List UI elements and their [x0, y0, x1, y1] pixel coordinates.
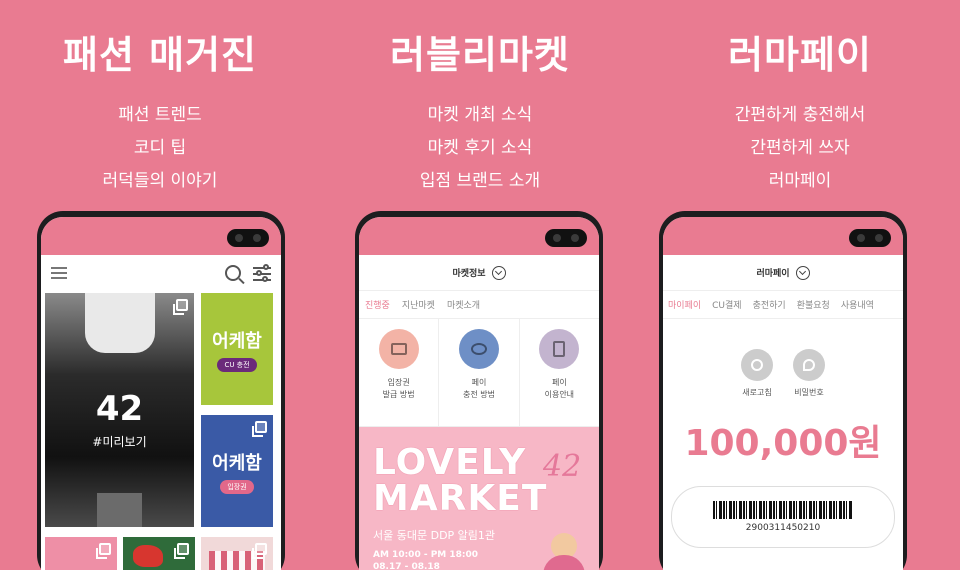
- status-bar: [41, 217, 281, 255]
- column-line: 마켓 개최 소식: [427, 105, 533, 125]
- tab-refund-request[interactable]: 환불요청: [797, 298, 830, 311]
- menu-icon[interactable]: [51, 267, 67, 279]
- column-lovely-market: 러블리마켓 마켓 개최 소식 마켓 후기 소식 입점 브랜드 소개: [320, 0, 640, 198]
- banner-edition-number: 42: [543, 449, 582, 484]
- column-lines: 간편하게 충전해서 간편하게 쓰자 러마페이: [640, 99, 960, 198]
- phone-screen: 42 #미리보기 어케함 CU 충전 어케함 입장권: [41, 217, 281, 570]
- action-label: 비밀번호: [794, 388, 824, 397]
- ticket-icon: [378, 329, 419, 369]
- service-label: 발급 방법: [382, 390, 415, 399]
- column-title: 러블리마켓: [390, 33, 570, 77]
- banner-title-line2: MARKET: [373, 478, 548, 519]
- search-icon[interactable]: [225, 265, 241, 281]
- column-line: 간편하게 쓰자: [750, 138, 850, 158]
- refresh-icon: [741, 349, 773, 381]
- receipt-icon: [539, 329, 580, 369]
- filter-icon[interactable]: [253, 264, 271, 282]
- magazine-side-card[interactable]: 어케함 입장권: [201, 415, 273, 527]
- multi-image-icon: [252, 543, 267, 559]
- tab-my-pay[interactable]: 마이페이: [668, 298, 701, 311]
- column-fashion-magazine: 패션 매거진 패션 트렌드 코디 팁 러덕들의 이야기: [0, 0, 320, 198]
- photo-shorts-shape: [97, 493, 142, 527]
- pay-nav[interactable]: 러마페이: [663, 255, 903, 291]
- market-tabs: 진행중 지난마켓 마켓소개: [359, 291, 599, 319]
- phone-market: 마켓정보 진행중 지난마켓 마켓소개 입장권 발급 방법 페이 충전 방법 페이…: [355, 211, 603, 570]
- piggy-bank-icon: [458, 329, 499, 369]
- payment-barcode-card[interactable]: 2900311450210: [671, 486, 895, 548]
- multi-image-icon: [173, 299, 188, 315]
- side-card-pill: 입장권: [220, 479, 254, 494]
- barcode-image: [713, 501, 853, 519]
- magazine-side-card[interactable]: 어케함 CU 충전: [201, 293, 273, 405]
- magazine-grid: 42 #미리보기 어케함 CU 충전 어케함 입장권: [41, 291, 281, 570]
- toolbar-actions: [225, 264, 271, 282]
- tab-past-markets[interactable]: 지난마켓: [402, 298, 435, 311]
- side-card-title: 어케함: [212, 330, 262, 352]
- column-line: 코디 팁: [133, 138, 187, 158]
- action-label: 새로고침: [742, 388, 772, 397]
- phone-pay: 러마페이 마이페이 CU결제 충전하기 환불요청 사용내역 새로고침 비밀번호 …: [659, 211, 907, 570]
- pay-tabs: 마이페이 CU결제 충전하기 환불요청 사용내역: [663, 291, 903, 319]
- column-line: 러마페이: [768, 171, 832, 191]
- side-card-pill: CU 충전: [217, 357, 257, 372]
- service-label: 페이: [551, 378, 567, 387]
- camera-cutout: [849, 229, 891, 247]
- nav-title: 러마페이: [756, 269, 790, 279]
- market-banner[interactable]: LOVELY MARKET 42 서울 동대문 DDP 알림1관 AM 10:0…: [359, 427, 599, 570]
- chevron-down-icon[interactable]: [491, 265, 506, 280]
- market-services: 입장권 발급 방법 페이 충전 방법 페이 이용안내: [359, 319, 599, 427]
- tab-charge[interactable]: 충전하기: [753, 298, 786, 311]
- column-line: 마켓 후기 소식: [427, 138, 533, 158]
- multi-image-icon: [252, 421, 267, 437]
- service-pay-guide[interactable]: 페이 이용안내: [520, 319, 599, 426]
- magazine-thumbnail[interactable]: [45, 537, 117, 570]
- magazine-thumbnail[interactable]: [123, 537, 195, 570]
- barcode-number: 2900311450210: [745, 523, 821, 533]
- column-line: 간편하게 충전해서: [734, 105, 866, 125]
- tab-usage-history[interactable]: 사용내역: [841, 298, 874, 311]
- magazine-thumbnail[interactable]: [201, 537, 273, 570]
- magazine-toolbar: [41, 255, 281, 291]
- side-card-title: 어케함: [212, 452, 262, 474]
- service-pay-charge[interactable]: 페이 충전 방법: [439, 319, 520, 426]
- magazine-feature-card[interactable]: 42 #미리보기: [45, 293, 194, 527]
- phone-magazine: 42 #미리보기 어케함 CU 충전 어케함 입장권: [37, 211, 285, 570]
- camera-cutout: [545, 229, 587, 247]
- column-luma-pay: 러마페이 간편하게 충전해서 간편하게 쓰자 러마페이: [640, 0, 960, 198]
- column-line: 패션 트렌드: [118, 105, 202, 125]
- column-line: 러덕들의 이야기: [102, 171, 218, 191]
- column-title: 패션 매거진: [62, 33, 258, 77]
- service-ticket[interactable]: 입장권 발급 방법: [359, 319, 440, 426]
- nav-title: 마켓정보: [452, 269, 486, 279]
- chevron-down-icon[interactable]: [795, 265, 810, 280]
- column-lines: 마켓 개최 소식 마켓 후기 소식 입점 브랜드 소개: [320, 99, 640, 198]
- status-bar: [663, 217, 903, 255]
- pay-balance: 100,000원: [684, 423, 882, 464]
- pay-actions: 새로고침 비밀번호: [663, 349, 903, 398]
- key-icon: [793, 349, 825, 381]
- issue-tag: #미리보기: [92, 435, 147, 449]
- issue-number: 42: [95, 389, 144, 429]
- tab-market-intro[interactable]: 마켓소개: [447, 298, 480, 311]
- service-label: 입장권: [387, 378, 410, 387]
- phone-screen: 러마페이 마이페이 CU결제 충전하기 환불요청 사용내역 새로고침 비밀번호 …: [663, 217, 903, 570]
- tab-ongoing[interactable]: 진행중: [365, 298, 390, 311]
- password-button[interactable]: 비밀번호: [793, 349, 825, 398]
- multi-image-icon: [96, 543, 111, 559]
- photo-shirt-shape: [85, 293, 155, 353]
- service-label: 페이: [471, 378, 487, 387]
- tab-cu-payment[interactable]: CU결제: [712, 298, 741, 311]
- column-lines: 패션 트렌드 코디 팁 러덕들의 이야기: [0, 99, 320, 198]
- camera-cutout: [227, 229, 269, 247]
- multi-image-icon: [174, 543, 189, 559]
- refresh-button[interactable]: 새로고침: [741, 349, 773, 398]
- service-label: 충전 방법: [463, 390, 495, 399]
- market-nav[interactable]: 마켓정보: [359, 255, 599, 291]
- phone-screen: 마켓정보 진행중 지난마켓 마켓소개 입장권 발급 방법 페이 충전 방법 페이…: [359, 217, 599, 570]
- status-bar: [359, 217, 599, 255]
- service-label: 이용안내: [544, 390, 575, 399]
- column-title: 러마페이: [728, 33, 872, 77]
- column-line: 입점 브랜드 소개: [419, 171, 541, 191]
